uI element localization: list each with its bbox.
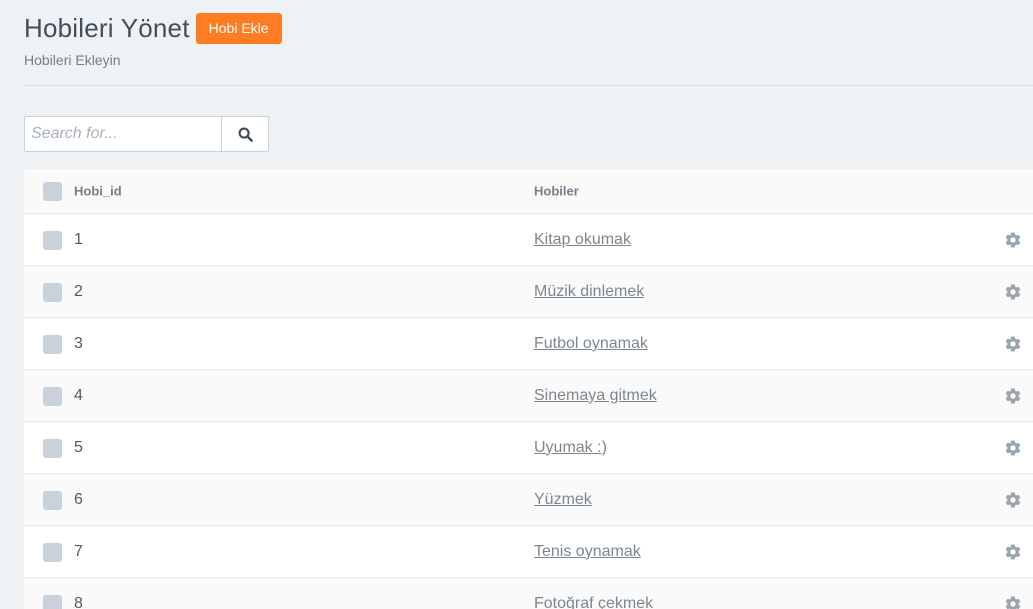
gear-icon[interactable] [1004, 335, 1022, 353]
hobby-name-link[interactable]: Futbol oynamak [534, 335, 648, 353]
row-checkbox[interactable] [43, 490, 62, 510]
gear-icon[interactable] [1004, 439, 1022, 457]
search-button[interactable] [221, 116, 269, 152]
hobby-name-link[interactable]: Kitap okumak [534, 231, 631, 249]
row-checkbox[interactable] [43, 542, 62, 562]
search-bar [24, 116, 269, 152]
row-checkbox[interactable] [43, 386, 62, 406]
table-row: 3 Futbol oynamak [24, 318, 1033, 370]
row-checkbox[interactable] [43, 438, 62, 458]
select-all-checkbox[interactable] [43, 182, 62, 201]
table-row: 2 Müzik dinlemek [24, 266, 1033, 318]
hobby-id: 2 [74, 282, 83, 300]
hobby-id: 6 [74, 490, 83, 508]
gear-icon[interactable] [1004, 231, 1022, 249]
row-checkbox[interactable] [43, 230, 62, 250]
header-divider [24, 85, 1033, 86]
gear-icon[interactable] [1004, 387, 1022, 405]
hobby-id: 1 [74, 230, 83, 248]
gear-icon[interactable] [1004, 543, 1022, 561]
hobby-id: 4 [74, 386, 83, 404]
gear-icon[interactable] [1004, 283, 1022, 301]
table-row: 7 Tenis oynamak [24, 526, 1033, 578]
row-checkbox[interactable] [43, 594, 62, 609]
gear-icon[interactable] [1004, 595, 1022, 609]
table-row: 5 Uyumak :) [24, 422, 1033, 474]
hobby-id: 7 [74, 542, 83, 560]
hobby-name-link[interactable]: Sinemaya gitmek [534, 387, 657, 405]
column-header-hobbies: Hobiler [534, 183, 579, 199]
search-icon [238, 127, 253, 142]
table-row: 6 Yüzmek [24, 474, 1033, 526]
table-row: 8 Fotoğraf çekmek [24, 578, 1033, 609]
page-title: Hobileri Yönet [24, 13, 190, 43]
hobby-name-link[interactable]: Müzik dinlemek [534, 283, 644, 301]
gear-icon[interactable] [1004, 491, 1022, 509]
hobby-name-link[interactable]: Tenis oynamak [534, 543, 641, 561]
column-header-id: Hobi_id [74, 183, 122, 199]
table-header-row: Hobi_id Hobiler [24, 169, 1033, 214]
table-body: 1 Kitap okumak 2 Müzik dinlemek 3 Futbol oyna… [24, 214, 1033, 609]
hobby-name-link[interactable]: Uyumak :) [534, 439, 607, 457]
table-row: 1 Kitap okumak [24, 214, 1033, 266]
search-input[interactable] [24, 116, 221, 152]
row-checkbox[interactable] [43, 282, 62, 302]
hobby-id: 5 [74, 438, 83, 456]
page: Hobileri Yönet Hobi Ekle Hobileri Ekleyi… [0, 0, 1033, 609]
add-hobby-button[interactable]: Hobi Ekle [195, 13, 282, 44]
hobby-id: 8 [74, 594, 83, 609]
hobby-name-link[interactable]: Fotoğraf çekmek [534, 595, 653, 609]
table-row: 4 Sinemaya gitmek [24, 370, 1033, 422]
hobby-id: 3 [74, 334, 83, 352]
page-header: Hobileri Yönet Hobi Ekle [24, 13, 282, 44]
hobby-name-link[interactable]: Yüzmek [534, 491, 592, 509]
page-subtitle: Hobileri Ekleyin [24, 52, 121, 68]
hobbies-table: Hobi_id Hobiler 1 Kitap okumak 2 Müzik dinl… [24, 169, 1033, 609]
row-checkbox[interactable] [43, 334, 62, 354]
